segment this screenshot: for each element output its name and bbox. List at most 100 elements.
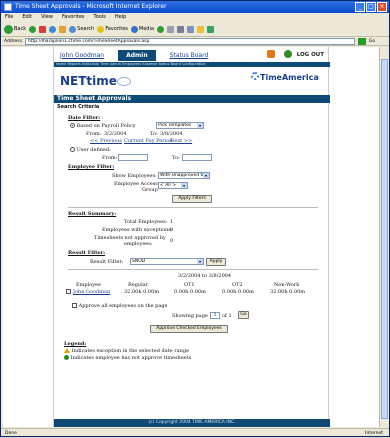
legend-exception: Indicates exception in the selected date… [64,348,189,354]
back-button[interactable]: Back [4,24,26,34]
menu-file[interactable]: File [5,13,13,22]
user-icon[interactable] [267,50,275,58]
menu-tools[interactable]: Tools [94,13,106,22]
payroll-policy-select[interactable]: Pick Templates [156,122,204,129]
employee-link[interactable]: John Goodman [73,289,110,295]
star-icon [97,25,105,33]
from-value: 3/2/2004 [104,131,127,137]
employee-filter-heading: Employee Filter: [68,164,115,170]
result-filter-label: Result Filter: [90,259,124,265]
logout-link[interactable]: LOG OUT [297,52,324,58]
search-icon [69,25,77,33]
vertical-scrollbar[interactable] [379,47,389,427]
go-icon[interactable] [357,37,366,45]
ud-from-label: From: [102,155,118,161]
apply-button[interactable]: Apply [206,258,226,266]
exceptions-label: Employees with exceptions: [102,227,173,233]
approve-all-checkbox[interactable] [72,303,77,308]
help-icon[interactable] [284,50,292,58]
divider [68,269,318,270]
folder-icon[interactable] [196,25,204,33]
approve-all-option: Approve all employees on the page [72,303,168,309]
top-nav: John Goodman Admin Status Board LOG OUT [54,49,330,61]
menu-help[interactable]: Help [115,13,126,22]
go-label[interactable]: Go [369,39,375,44]
page-input[interactable]: 1 [210,312,220,319]
access-group-label-2: Group [142,187,158,193]
ud-to-input[interactable] [182,154,212,161]
logo-arc-icon [116,77,131,86]
menu-view[interactable]: View [41,13,53,22]
messenger-icon[interactable] [206,25,214,33]
status-text: Done [5,431,17,436]
ud-to-label: To: [172,155,180,161]
header-ot1: OT1 [184,282,195,288]
maximize-button[interactable]: □ [366,2,376,12]
payroll-policy-radio[interactable] [70,123,75,128]
page-footer: (c) Copyright 2004 TIME AMERICA INC. [54,419,330,427]
status-bar: Done Internet [1,428,389,437]
ie-icon [4,3,12,11]
to-label: To: [150,131,158,137]
exceptions-value: 0 [170,227,174,233]
stop-icon[interactable] [39,25,47,33]
search-criteria-label: Search Criteria [57,104,100,110]
table-period: 3/2/2004 to 3/8/2004 [178,273,232,279]
refresh-icon[interactable] [49,25,57,33]
address-input[interactable]: http://lharaplion1.ctime.com/TimeSheetAp… [24,37,355,45]
mail-icon[interactable] [166,25,174,33]
print-icon[interactable] [176,25,184,33]
row-select-checkbox[interactable] [66,289,71,295]
legend-not-approved: Indicates employee has not approve times… [64,355,191,361]
nettime-logo: NETtime [60,74,131,88]
warning-icon [64,348,70,353]
page-viewport: John Goodman Admin Status Board LOG OUT … [3,47,379,427]
address-label: Address [4,38,22,44]
next-link[interactable]: Next >> [170,138,192,144]
favorites-button[interactable]: Favorites [97,25,128,33]
previous-link[interactable]: << Previous [90,138,122,144]
current-pay-period-link[interactable]: Current Pay Period [124,138,172,144]
cell-regular: 32.00h 0.00m [124,289,159,295]
show-employees-select[interactable]: With Unapproved time [158,172,210,179]
legend-heading: Legend: [64,341,87,347]
from-label: From: [86,131,102,137]
sub-nav[interactable]: Home Reports Individual Time Admin Emplo… [54,62,330,67]
tab-user[interactable]: John Goodman [60,52,104,59]
result-filter-heading: Result Filter: [68,250,106,256]
go-button[interactable]: Go [238,311,249,319]
not-approved-value: 0 [170,238,174,244]
show-employees-label: Show Employees: [112,173,157,179]
user-defined-radio[interactable] [70,147,75,152]
approve-checked-button[interactable]: Approve Checked Employees [150,325,228,333]
forward-arrow-icon[interactable] [29,25,37,33]
close-button[interactable]: × [377,2,387,12]
status-zone: Internet [365,431,383,436]
menu-favorites[interactable]: Favorites [62,13,85,22]
apply-filters-button[interactable]: Apply Filters [172,195,212,203]
home-icon[interactable] [59,25,67,33]
scroll-thumb[interactable] [381,59,388,419]
ud-from-input[interactable] [118,154,148,161]
title-bar: Time Sheet Approvals - Microsoft Interne… [1,1,389,13]
divider [68,207,318,208]
search-button[interactable]: Search [69,25,94,33]
window-title: Time Sheet Approvals - Microsoft Interne… [15,3,167,10]
access-group-select[interactable]: < All > [158,182,188,189]
paging-of: of 1 [222,313,232,319]
total-employees-value: 1 [170,219,174,225]
browser-toolbar: Back Search Favorites Media [1,22,389,37]
cell-ot1: 0.00h 0.00m [174,289,206,295]
header-employee: Employee [76,282,101,288]
menu-edit[interactable]: Edit [22,13,32,22]
tab-status-board[interactable]: Status Board [170,52,209,59]
payroll-policy-option: Based on Payroll Policy [70,123,136,129]
tab-admin[interactable]: Admin [118,49,156,61]
result-filter-select[interactable]: SNOD [130,258,204,265]
date-filter-heading: Date Filter: [68,115,101,121]
minimize-button[interactable]: _ [355,2,365,12]
address-bar: Address http://lharaplion1.ctime.com/Tim… [1,37,389,46]
edit-icon[interactable] [186,25,194,33]
media-button[interactable]: Media [130,25,154,33]
history-icon[interactable] [156,25,164,33]
